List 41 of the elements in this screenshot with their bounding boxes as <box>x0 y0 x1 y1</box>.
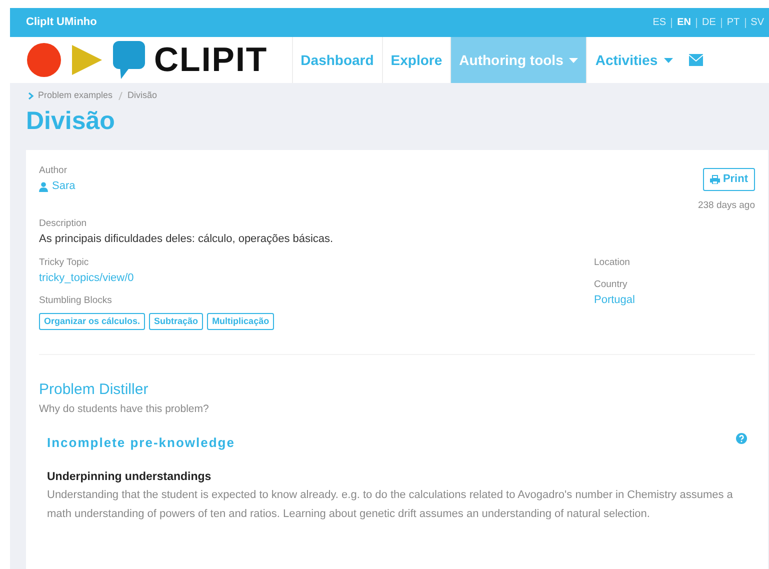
language-link[interactable]: PT <box>720 18 745 28</box>
breadcrumb-current: Divisão <box>128 89 158 102</box>
explanation-text: Understanding that the student is expected to know already. e.g. to do the calculations related to Avogadro's number in Chemistry assumes a math understanding of powers of ten and ratios. Learning about genetic drift assumes an understanding of natural selection. <box>47 488 734 522</box>
description-text: As principais dificuldades deles: cálculo, operações básicas. <box>39 232 334 247</box>
section-subtitle: Why do students have this problem? <box>39 402 210 416</box>
envelope-icon[interactable] <box>688 54 703 66</box>
category-heading: Incomplete pre-knowledge <box>47 434 235 452</box>
section-title: Problem Distiller <box>39 380 150 400</box>
logo-text: CLIPIT <box>154 40 268 80</box>
language-link[interactable]: DE <box>696 18 721 28</box>
play-logo-icon <box>70 43 104 77</box>
language-link[interactable]: EN <box>671 18 696 28</box>
nav-tab[interactable]: Authoring tools <box>450 37 586 83</box>
nav-tab[interactable]: Dashboard <box>292 37 382 83</box>
circle-logo-icon <box>26 42 62 78</box>
field-label: Location <box>594 256 631 270</box>
help-icon[interactable] <box>736 433 747 444</box>
field-label: Stumbling Blocks <box>39 294 113 308</box>
tag[interactable]: Organizar os cálculos. <box>39 312 146 330</box>
tricky-topic-link[interactable]: tricky_topics/view/0 <box>39 272 134 284</box>
field-label: Description <box>39 216 88 231</box>
nav-tab[interactable]: Activities <box>586 37 681 83</box>
tag[interactable]: Subtração <box>149 312 204 330</box>
printer-icon <box>710 174 720 184</box>
print-button[interactable]: Print <box>702 168 755 190</box>
tag[interactable]: Multiplicação <box>207 312 274 330</box>
breadcrumb-link[interactable]: Problem examples <box>38 89 113 102</box>
field-label: Tricky Topic <box>39 256 90 270</box>
language-link[interactable]: SV <box>744 18 769 28</box>
chevron-icon <box>28 92 34 100</box>
field-label: Country <box>594 278 628 292</box>
subheading: Underpinning understandings <box>47 470 212 485</box>
country-link[interactable]: Portugal <box>594 294 635 306</box>
author-link[interactable]: Sara <box>39 178 76 195</box>
chat-bubble-logo-icon <box>112 40 146 80</box>
age-text: 238 days ago <box>698 198 755 212</box>
language-link[interactable]: ES <box>648 18 672 28</box>
field-label: Author <box>39 164 68 178</box>
user-icon <box>39 182 48 192</box>
page-title: Divisão <box>26 106 116 136</box>
site-name[interactable]: ClipIt UMinho <box>26 14 97 31</box>
